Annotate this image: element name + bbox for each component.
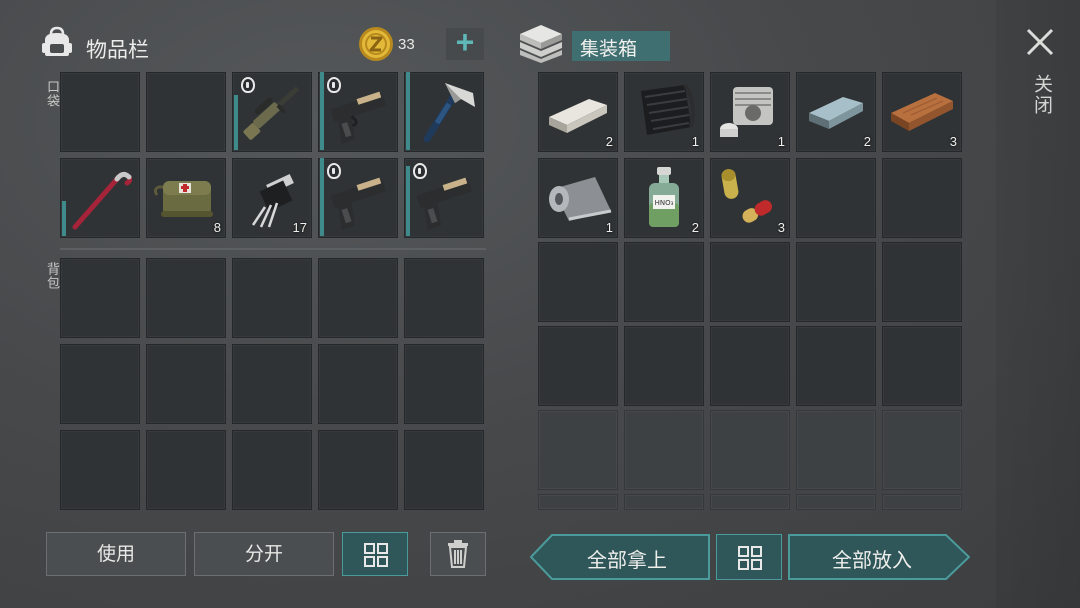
item-count: 3 [949,134,957,149]
pistol-icon [331,177,386,230]
container-slot-unavailable [538,494,618,510]
trash-icon [448,540,468,568]
backpack-slot[interactable] [318,344,398,424]
container-slot-unavailable [624,410,704,490]
container-slot[interactable] [796,158,876,238]
container-slot-unavailable [538,410,618,490]
container-slot-wood-plank[interactable]: 3 [882,72,962,152]
pocket-slot-medkit[interactable]: 8 [146,158,226,238]
backpack-slot[interactable] [404,430,484,510]
item-count: 1 [691,134,699,149]
backpack-slot[interactable] [146,258,226,338]
take-all-label: 全部拿上 [587,548,667,572]
hatchet-icon [423,83,475,143]
container-slot-unavailable [710,410,790,490]
put-all-label: 全部放入 [832,548,912,572]
item-count: 2 [863,134,871,149]
container-slot-unavailable [882,410,962,490]
backpack-slot[interactable] [404,344,484,424]
backpack-slot[interactable] [146,430,226,510]
plus-icon: + [455,24,475,60]
backpack-icon [40,26,74,58]
put-all-button[interactable]: 全部放入 [788,534,970,580]
split-button[interactable]: 分开 [194,532,334,576]
pistol-icon [331,91,386,144]
container-title-box: 集装箱 [572,31,670,61]
container-slot-stone-block[interactable]: 2 [538,72,618,152]
container-slot-carbon-sheet[interactable]: 1 [624,72,704,152]
item-count: 1 [777,134,785,149]
container-slot[interactable] [796,326,876,406]
discard-button[interactable] [430,532,486,576]
use-button[interactable]: 使用 [46,532,186,576]
backpack-slot[interactable] [232,344,312,424]
grid-sort-icon [738,546,762,570]
container-slot-unavailable [624,494,704,510]
sort-inventory-button[interactable] [342,532,408,576]
backpack-slot[interactable] [232,258,312,338]
container-slot[interactable] [624,326,704,406]
container-slot-engine-cylinder[interactable]: 1 [710,72,790,152]
item-count: 8 [213,220,221,235]
container-slot[interactable] [538,326,618,406]
pistol-icon [417,177,472,230]
container-slot-unavailable [796,494,876,510]
item-count: 3 [777,220,785,235]
backpack-slot[interactable] [60,344,140,424]
pocket-slot-pistol[interactable] [318,72,398,152]
pocket-slot-pistol-3[interactable] [404,158,484,238]
container-slot-metal-roll[interactable]: 1 [538,158,618,238]
container-slot[interactable] [882,158,962,238]
sniper-rifle-icon [243,86,300,140]
pocket-label: 口袋 [44,80,59,108]
container-slot[interactable] [710,326,790,406]
pocket-slot-sniper-rifle[interactable] [232,72,312,152]
add-coins-button[interactable]: + [446,24,484,60]
close-icon [1026,28,1054,56]
container-slot[interactable] [796,242,876,322]
container-slot[interactable] [538,242,618,322]
container-slot[interactable] [882,326,962,406]
sort-container-button[interactable] [716,534,782,580]
backpack-slot[interactable] [60,258,140,338]
take-all-button[interactable]: 全部拿上 [530,534,710,580]
coin-icon [358,26,394,62]
pocket-slot-1[interactable] [60,72,140,152]
container-slot-chemical-bottle[interactable]: HNO₃ 2 [624,158,704,238]
item-count: 2 [691,220,699,235]
crowbar-icon [72,171,133,230]
pocket-slot-crowbar[interactable] [60,158,140,238]
container-title: 集装箱 [580,38,638,60]
bottle-label: HNO₃ [655,199,674,207]
backpack-slot[interactable] [146,344,226,424]
pocket-slot-hatchet[interactable] [404,72,484,152]
container-slot-unavailable [882,494,962,510]
container-slot[interactable] [624,242,704,322]
close-button[interactable]: 关闭 [1020,24,1060,124]
backpack-slot[interactable] [232,430,312,510]
item-count: 2 [605,134,613,149]
pocket-slot-pistol-2[interactable] [318,158,398,238]
backpack-slot[interactable] [404,258,484,338]
item-count: 17 [292,220,307,235]
item-count: 1 [605,220,613,235]
container-slot[interactable] [882,242,962,322]
container-slot-unavailable [710,494,790,510]
coin-count: 33 [398,36,415,53]
container-slot[interactable] [710,242,790,322]
close-label: 关闭 [1031,74,1053,116]
container-stack-icon [516,22,566,64]
container-slot-capsules[interactable]: 3 [710,158,790,238]
container-slot-steel-ingot[interactable]: 2 [796,72,876,152]
inventory-title: 物品栏 [86,38,149,62]
backpack-slot[interactable] [318,430,398,510]
pocket-slot-transistor[interactable]: 17 [232,158,312,238]
pocket-slot-2[interactable] [146,72,226,152]
pocket-divider [60,248,486,250]
backpack-slot[interactable] [60,430,140,510]
grid-sort-icon [364,543,388,567]
backpack-slot[interactable] [318,258,398,338]
container-slot-unavailable [796,410,876,490]
backpack-label: 背包 [44,262,59,290]
